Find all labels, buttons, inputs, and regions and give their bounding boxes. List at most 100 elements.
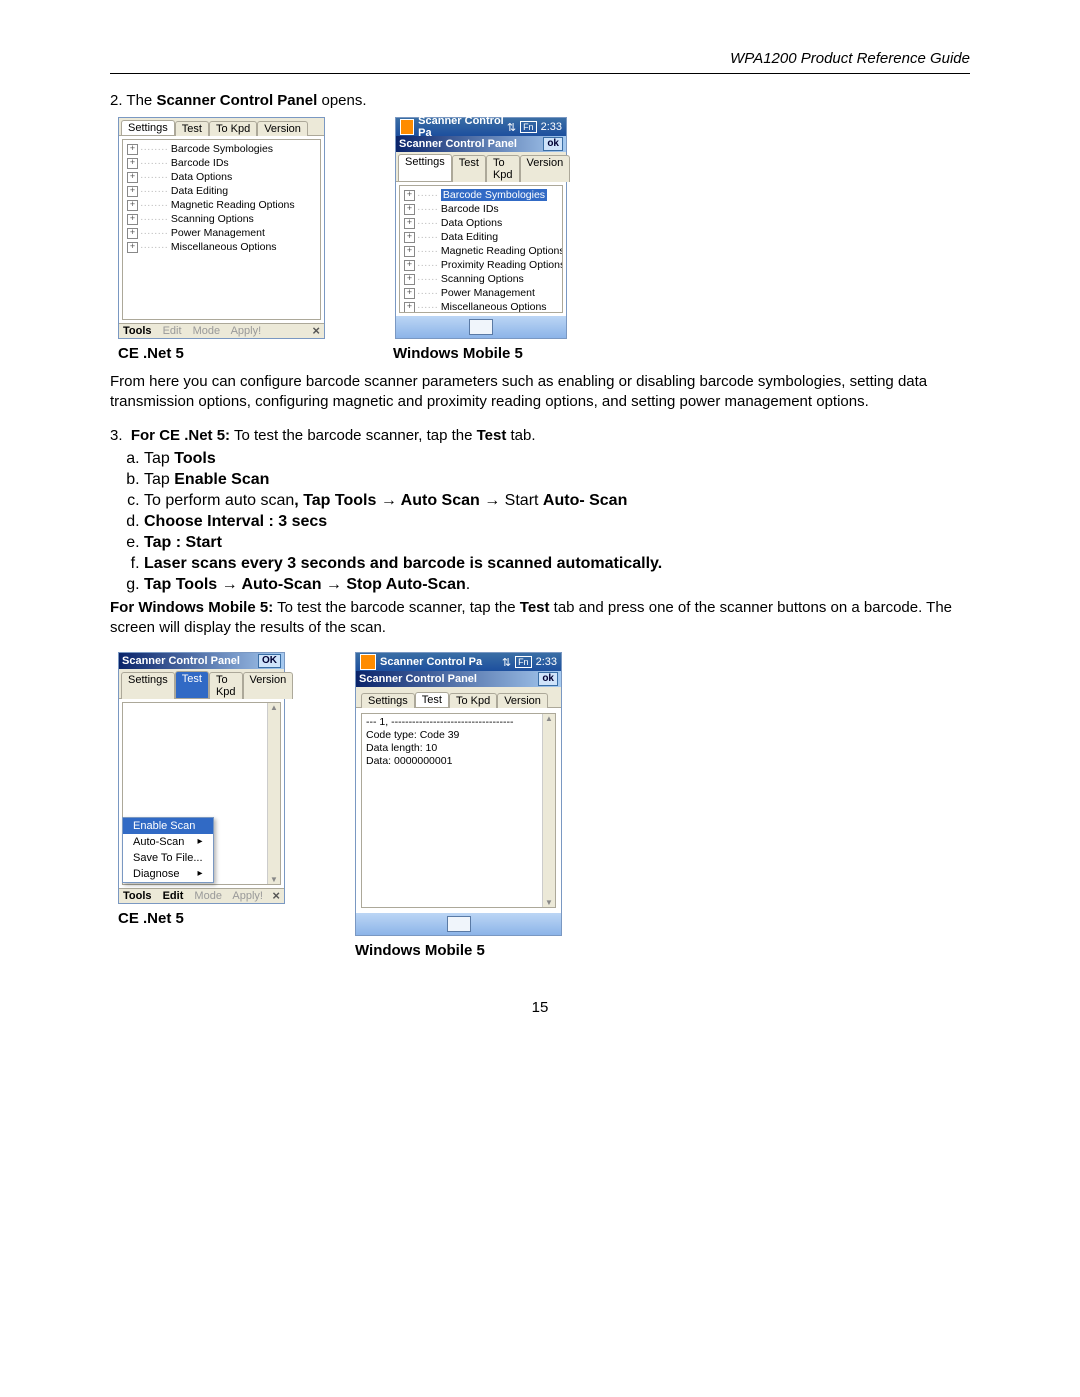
menu-tools[interactable]: Tools [123, 325, 152, 337]
screenshot-wm-settings: Scanner Control Pa ⇅Fn2:33 Scanner Contr… [395, 117, 567, 339]
result-line: Code type: Code 39 [366, 729, 538, 742]
submenu-arrow-icon: ▸ [197, 868, 202, 880]
scrollbar[interactable]: ▲▼ [267, 703, 280, 884]
tree-item[interactable]: +······ Barcode Symbologies [404, 188, 558, 202]
fn-indicator: Fn [520, 121, 537, 133]
tree-item[interactable]: +······ Scanning Options [404, 272, 558, 286]
keyboard-icon[interactable] [447, 916, 471, 932]
sip-bar [356, 913, 561, 935]
submenu-arrow-icon: ▸ [197, 836, 202, 848]
wm-status-bar: Scanner Control Pa ⇅Fn2:33 [396, 118, 566, 136]
substep-g: Tap Tools → Auto-Scan → Stop Auto-Scan. [144, 576, 970, 594]
screenshot-ce-settings: Settings Test To Kpd Version +········ B… [118, 117, 325, 339]
tree-item[interactable]: +········ Miscellaneous Options [127, 240, 316, 254]
keyboard-icon[interactable] [469, 319, 493, 335]
ok-button[interactable]: OK [258, 654, 281, 668]
tree-item[interactable]: +······ Data Options [404, 216, 558, 230]
sip-bar [396, 316, 566, 338]
substep-f: Laser scans every 3 seconds and barcode … [144, 555, 970, 573]
tab-tokpd[interactable]: To Kpd [209, 672, 243, 699]
running-header: WPA1200 Product Reference Guide [110, 50, 970, 67]
menu-apply[interactable]: Apply! [231, 325, 262, 337]
popup-save-to-file[interactable]: Save To File... [123, 850, 213, 866]
menu-mode[interactable]: Mode [193, 325, 221, 337]
start-flag-icon[interactable] [400, 119, 414, 135]
result-line: Data: 0000000001 [366, 755, 538, 768]
substep-c: To perform auto scan, Tap Tools → Auto S… [144, 492, 970, 510]
tab-version[interactable]: Version [520, 155, 571, 182]
tree-item[interactable]: +······ Power Management [404, 286, 558, 300]
menu-tools[interactable]: Tools [123, 890, 152, 902]
wm-instructions: For Windows Mobile 5: To test the barcod… [110, 598, 970, 639]
menu-apply[interactable]: Apply! [232, 890, 263, 902]
tree-item[interactable]: +········ Barcode IDs [127, 156, 316, 170]
tree-item[interactable]: +······ Data Editing [404, 230, 558, 244]
figure-row-1: Settings Test To Kpd Version +········ B… [118, 117, 970, 339]
menu-edit[interactable]: Edit [163, 890, 184, 902]
tree-item[interactable]: +········ Barcode Symbologies [127, 142, 316, 156]
tree-item[interactable]: +······ Miscellaneous Options [404, 300, 558, 313]
close-icon[interactable]: × [312, 326, 320, 336]
scrollbar[interactable]: ▲▼ [542, 714, 555, 907]
screenshot-ce-test: Scanner Control Panel OK Settings Test T… [118, 652, 285, 904]
paragraph-config: From here you can configure barcode scan… [110, 372, 970, 413]
menu-mode[interactable]: Mode [194, 890, 222, 902]
signal-icon: ⇅ [502, 656, 511, 669]
result-line: Data length: 10 [366, 742, 538, 755]
header-rule [110, 73, 970, 74]
tabstrip: Settings Test To Kpd Version [119, 669, 284, 699]
tree-item[interactable]: +······ Barcode IDs [404, 202, 558, 216]
popup-auto-scan[interactable]: Auto-Scan▸ [123, 834, 213, 850]
tab-settings[interactable]: Settings [121, 120, 175, 135]
tree-item[interactable]: +········ Magnetic Reading Options [127, 198, 316, 212]
tab-test[interactable]: Test [175, 671, 209, 698]
ok-button[interactable]: ok [538, 672, 558, 686]
popup-enable-scan[interactable]: Enable Scan [123, 818, 213, 834]
tree-item[interactable]: +······ Magnetic Reading Options [404, 244, 558, 258]
screenshot-wm-test: Scanner Control Pa ⇅Fn2:33 Scanner Contr… [355, 652, 562, 936]
signal-icon: ⇅ [507, 121, 516, 134]
popup-diagnose[interactable]: Diagnose▸ [123, 866, 213, 882]
caption-ce: CE .Net 5 [118, 345, 323, 362]
substep-e: Tap : Start [144, 534, 970, 552]
tab-settings[interactable]: Settings [121, 672, 175, 699]
tab-tokpd[interactable]: To Kpd [486, 155, 520, 182]
bottom-menu-bar: Tools Edit Mode Apply! × [119, 888, 284, 903]
tree-item[interactable]: +······ Proximity Reading Options [404, 258, 558, 272]
clock: 2:33 [536, 656, 557, 668]
tabstrip: Settings Test To Kpd Version [396, 152, 566, 182]
titlebar: Scanner Control Panel ok [396, 136, 566, 152]
tree-item[interactable]: +········ Scanning Options [127, 212, 316, 226]
tabstrip: Settings Test To Kpd Version [356, 687, 561, 708]
tab-version[interactable]: Version [497, 693, 548, 708]
tree-item[interactable]: +········ Power Management [127, 226, 316, 240]
caption-ce-2: CE .Net 5 [118, 910, 285, 927]
step-2-line: 2. The Scanner Control Panel opens. [110, 92, 970, 109]
page-number: 15 [110, 999, 970, 1016]
menu-edit[interactable]: Edit [163, 325, 182, 337]
tab-settings[interactable]: Settings [398, 154, 452, 181]
ok-button[interactable]: ok [543, 137, 563, 151]
tree-view: +······ Barcode Symbologies +······ Barc… [399, 185, 563, 313]
substeps-list: Tap Tools Tap Enable Scan To perform aut… [110, 450, 970, 594]
tree-item[interactable]: +········ Data Editing [127, 184, 316, 198]
tools-popup-menu: Enable Scan Auto-Scan▸ Save To File... D… [122, 817, 214, 883]
tab-version[interactable]: Version [257, 121, 308, 136]
title-text: Scanner Control Panel [399, 138, 517, 150]
substep-d: Choose Interval : 3 secs [144, 513, 970, 531]
substep-b: Tap Enable Scan [144, 471, 970, 489]
scan-results: --- 1, ---------------------------------… [362, 714, 542, 907]
fn-indicator: Fn [515, 656, 532, 668]
tab-version[interactable]: Version [243, 672, 294, 699]
tree-item[interactable]: +········ Data Options [127, 170, 316, 184]
tab-tokpd[interactable]: To Kpd [209, 121, 257, 136]
close-icon[interactable]: × [272, 891, 280, 901]
tab-test[interactable]: Test [452, 155, 486, 182]
tab-test[interactable]: Test [415, 692, 449, 707]
tab-tokpd[interactable]: To Kpd [449, 693, 497, 708]
caption-wm-2: Windows Mobile 5 [355, 942, 562, 959]
titlebar: Scanner Control Panel ok [356, 671, 561, 687]
tab-settings[interactable]: Settings [361, 693, 415, 708]
tab-test[interactable]: Test [175, 121, 209, 136]
start-flag-icon[interactable] [360, 654, 376, 670]
